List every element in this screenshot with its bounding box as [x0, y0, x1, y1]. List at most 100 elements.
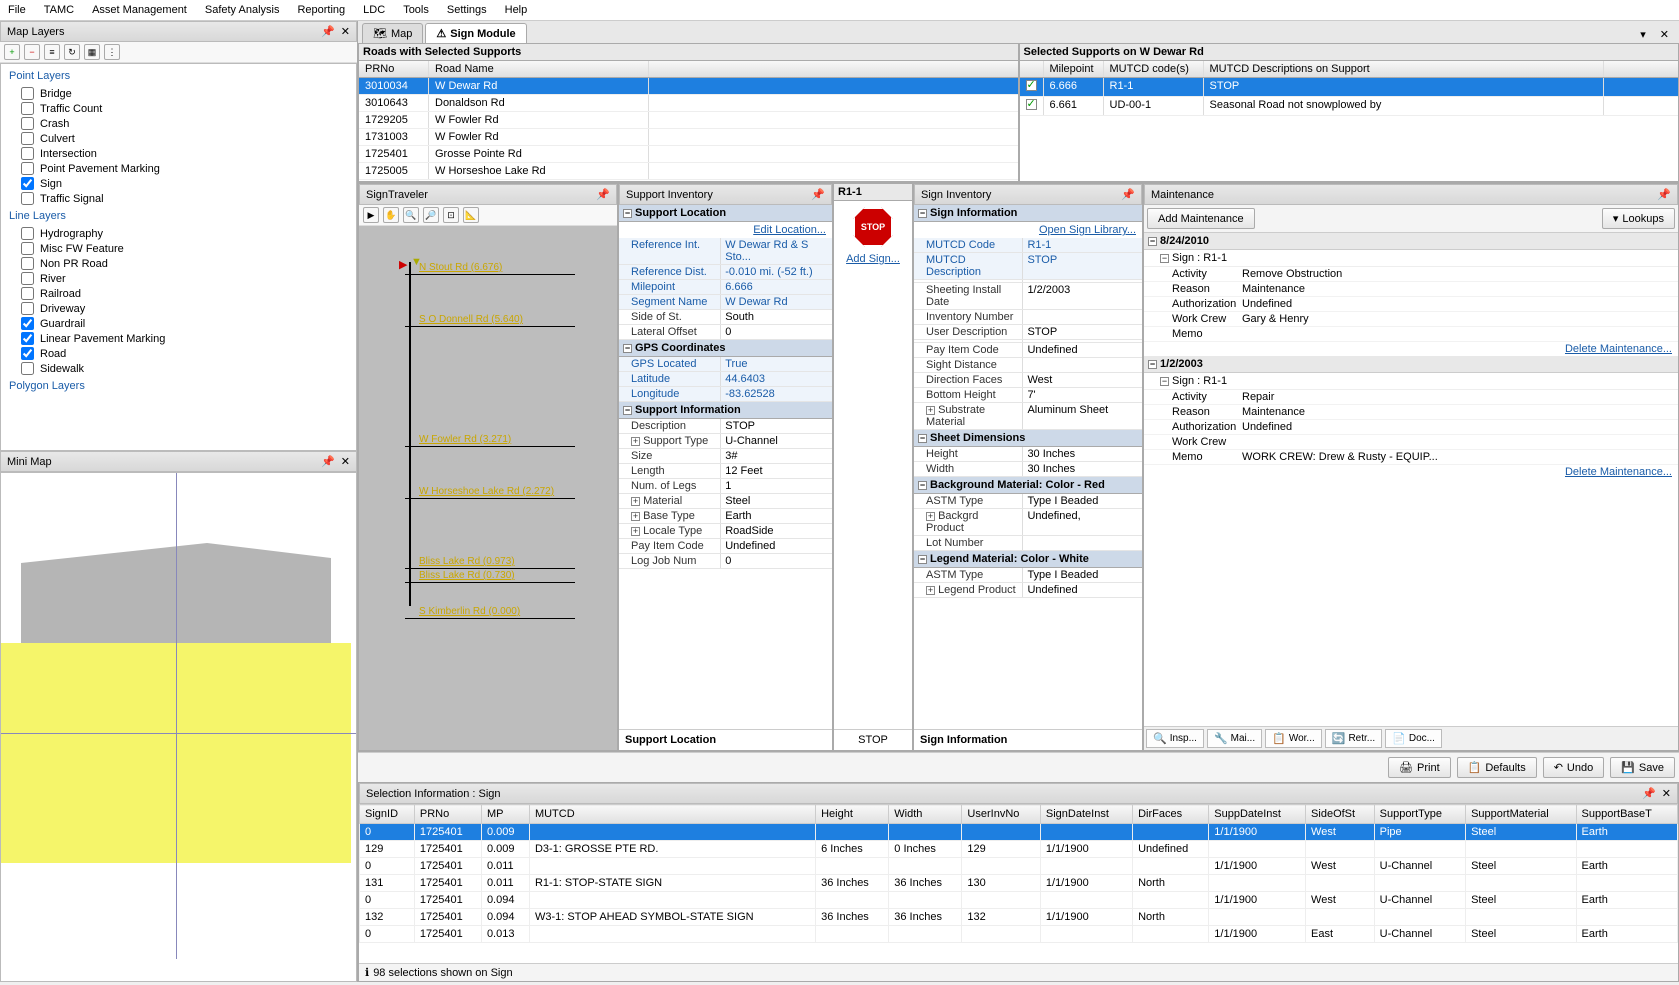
maint-field[interactable]: MemoWORK CREW: Drew & Rusty - EQUIP... — [1144, 450, 1678, 465]
menu-ldc[interactable]: LDC — [363, 4, 385, 16]
layer-linear-pavement-marking[interactable]: Linear Pavement Marking — [3, 331, 354, 346]
layer-checkbox[interactable] — [21, 117, 34, 130]
maint-field[interactable]: ActivityRepair — [1144, 390, 1678, 405]
zoom-in-icon[interactable]: 🔍 — [403, 207, 419, 223]
selection-row[interactable]: 017254010.0111/1/1900WestU-ChannelSteelE… — [360, 858, 1678, 875]
selection-row[interactable]: 13217254010.094W3-1: STOP AHEAD SYMBOL-S… — [360, 909, 1678, 926]
defaults-button[interactable]: 📋Defaults — [1457, 757, 1537, 778]
close-icon[interactable]: ✕ — [1654, 26, 1675, 43]
prop-row[interactable]: + Backgrd ProductUndefined, — [914, 509, 1142, 536]
col-header[interactable]: SupportMaterial — [1466, 805, 1576, 824]
road-row[interactable]: 1725401Grosse Pointe Rd — [359, 146, 1018, 163]
prop-section[interactable]: − Sign Information — [914, 205, 1142, 222]
col-header[interactable]: SideOfSt — [1306, 805, 1375, 824]
prop-row[interactable]: ASTM TypeType I Beaded — [914, 568, 1142, 583]
pan-icon[interactable]: ✋ — [383, 207, 399, 223]
prop-row[interactable]: User DescriptionSTOP — [914, 325, 1142, 340]
menubar[interactable]: FileTAMCAsset ManagementSafety AnalysisR… — [0, 0, 1679, 21]
layer-checkbox[interactable] — [21, 227, 34, 240]
menu-safety-analysis[interactable]: Safety Analysis — [205, 4, 280, 16]
expand-icon[interactable]: + — [926, 512, 935, 521]
tab-sign-module[interactable]: ⚠Sign Module — [425, 23, 526, 43]
tab-map[interactable]: 🗺Map — [362, 23, 423, 43]
col-header[interactable]: UserInvNo — [962, 805, 1040, 824]
layer-checkbox[interactable] — [21, 132, 34, 145]
road-label[interactable]: Bliss Lake Rd (0.973) — [419, 556, 515, 567]
layer-checkbox[interactable] — [21, 87, 34, 100]
prop-row[interactable]: + Legend ProductUndefined — [914, 583, 1142, 598]
prop-row[interactable]: Num. of Legs1 — [619, 479, 832, 494]
maintenance-tree[interactable]: − 8/24/2010− Sign : R1-1ActivityRemove O… — [1144, 233, 1678, 726]
menu-settings[interactable]: Settings — [447, 4, 487, 16]
maint-field[interactable]: AuthorizationUndefined — [1144, 297, 1678, 312]
save-button[interactable]: 💾Save — [1610, 757, 1675, 778]
pin-icon[interactable]: 📌 — [1121, 188, 1135, 201]
prop-row[interactable]: Sight Distance — [914, 358, 1142, 373]
road-label[interactable]: N Stout Rd (6.676) — [419, 262, 502, 273]
layer-crash[interactable]: Crash — [3, 116, 354, 131]
prop-row[interactable]: Lateral Offset0 — [619, 325, 832, 340]
layer-checkbox[interactable] — [21, 302, 34, 315]
open-sign-library-link[interactable]: Open Sign Library... — [1039, 224, 1136, 236]
road-row[interactable]: 3010034W Dewar Rd — [359, 78, 1018, 95]
footer-tab-wor[interactable]: 📋Wor... — [1265, 729, 1322, 748]
prop-row[interactable]: Length12 Feet — [619, 464, 832, 479]
maint-field[interactable]: ActivityRemove Obstruction — [1144, 267, 1678, 282]
expand-icon[interactable]: + — [631, 437, 640, 446]
col-header[interactable]: MUTCD — [529, 805, 815, 824]
layer-intersection[interactable]: Intersection — [3, 146, 354, 161]
prop-row[interactable]: Inventory Number — [914, 310, 1142, 325]
prop-row[interactable]: DescriptionSTOP — [619, 419, 832, 434]
prop-row[interactable]: + Support TypeU-Channel — [619, 434, 832, 449]
road-row[interactable]: 1729205W Fowler Rd — [359, 112, 1018, 129]
supports-grid[interactable]: 6.666R1-1STOP6.661UD-00-1Seasonal Road n… — [1020, 78, 1679, 181]
layer-road[interactable]: Road — [3, 346, 354, 361]
prop-row[interactable]: + Base TypeEarth — [619, 509, 832, 524]
prop-section[interactable]: − Legend Material: Color - White — [914, 551, 1142, 568]
support-checkbox[interactable] — [1026, 80, 1037, 91]
selection-row[interactable]: 12917254010.009D3-1: GROSSE PTE RD.6 Inc… — [360, 841, 1678, 858]
lookups-button[interactable]: ▾Lookups — [1602, 208, 1675, 229]
add-maintenance-button[interactable]: Add Maintenance — [1147, 208, 1255, 229]
props-icon[interactable]: ⋮ — [104, 44, 120, 60]
support-row[interactable]: 6.666R1-1STOP — [1020, 78, 1679, 97]
edit-location-link[interactable]: Edit Location... — [753, 224, 826, 236]
prop-row[interactable]: + Substrate MaterialAluminum Sheet — [914, 403, 1142, 430]
prop-row[interactable]: Longitude-83.62528 — [619, 387, 832, 402]
close-icon[interactable]: ✕ — [1662, 787, 1671, 800]
menu-file[interactable]: File — [8, 4, 26, 16]
col-header[interactable]: SuppDateInst — [1209, 805, 1306, 824]
col-header[interactable]: PRNo — [414, 805, 481, 824]
selection-grid[interactable]: SignIDPRNoMPMUTCDHeightWidthUserInvNoSig… — [359, 804, 1678, 963]
add-icon[interactable]: + — [4, 44, 20, 60]
prop-row[interactable]: Size3# — [619, 449, 832, 464]
prop-row[interactable]: Sheeting Install Date1/2/2003 — [914, 283, 1142, 310]
maint-sign[interactable]: − Sign : R1-1 — [1144, 250, 1678, 267]
layer-hydrography[interactable]: Hydrography — [3, 226, 354, 241]
layer-checkbox[interactable] — [21, 242, 34, 255]
pointer-icon[interactable]: ▶ — [363, 207, 379, 223]
extent-icon[interactable]: ⊡ — [443, 207, 459, 223]
layer-checkbox[interactable] — [21, 147, 34, 160]
road-label[interactable]: S O Donnell Rd (5.640) — [419, 314, 523, 325]
menu-tamc[interactable]: TAMC — [44, 4, 74, 16]
pin-icon[interactable]: 📌 — [1657, 188, 1671, 201]
layer-guardrail[interactable]: Guardrail — [3, 316, 354, 331]
layer-checkbox[interactable] — [21, 192, 34, 205]
col-header[interactable]: SupportBaseT — [1576, 805, 1677, 824]
col-header[interactable]: Height — [816, 805, 889, 824]
support-row[interactable]: 6.661UD-00-1Seasonal Road not snowplowed… — [1020, 97, 1679, 116]
maint-field[interactable]: AuthorizationUndefined — [1144, 420, 1678, 435]
footer-tab-mai[interactable]: 🔧Mai... — [1207, 729, 1262, 748]
layer-checkbox[interactable] — [21, 162, 34, 175]
prop-row[interactable]: + Locale TypeRoadSide — [619, 524, 832, 539]
support-props[interactable]: − Support LocationEdit Location...Refere… — [619, 205, 832, 729]
prop-row[interactable]: MUTCD CodeR1-1 — [914, 238, 1142, 253]
layer-checkbox[interactable] — [21, 347, 34, 360]
selection-row[interactable]: 13117254010.011R1-1: STOP-STATE SIGN36 I… — [360, 875, 1678, 892]
layer-section[interactable]: Polygon Layers — [3, 376, 354, 396]
traveler-canvas[interactable]: ▶ ▼ N Stout Rd (6.676)S O Donnell Rd (5.… — [359, 226, 617, 750]
road-row[interactable]: 1731003W Fowler Rd — [359, 129, 1018, 146]
road-label[interactable]: S Kimberlin Rd (0.000) — [419, 606, 520, 617]
maint-field[interactable]: Memo — [1144, 327, 1678, 342]
